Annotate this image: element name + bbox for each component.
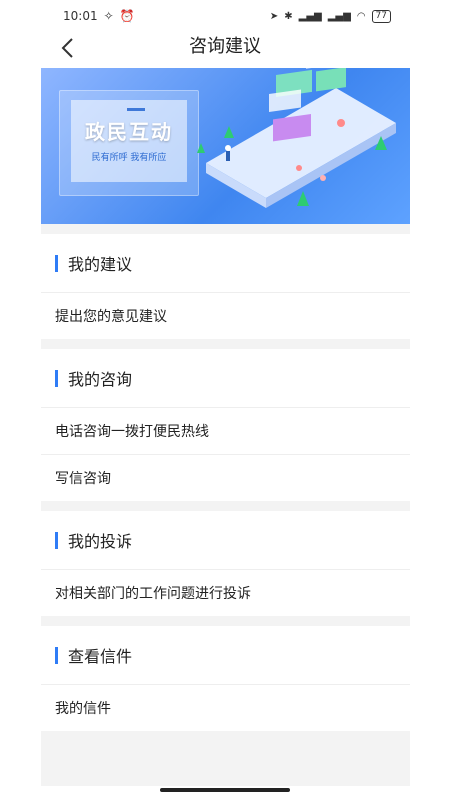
status-time: 10:01 bbox=[63, 9, 98, 23]
section-accent-bar bbox=[55, 369, 58, 387]
section-suggestions: 我的建议 提出您的意见建议 bbox=[41, 234, 410, 339]
section-accent-bar bbox=[55, 254, 58, 272]
battery-icon: 77 bbox=[371, 9, 391, 23]
nav-bar: 咨询建议 bbox=[41, 32, 409, 64]
section-header: 我的建议 bbox=[41, 234, 410, 293]
notification-icon: ✧ bbox=[103, 9, 114, 23]
section-title: 我的咨询 bbox=[68, 370, 133, 389]
status-bar: 10:01 ✧ ⏰ ➤ ✱ ▂▄▆ ▂▄▆ ◠ 77 bbox=[41, 0, 409, 32]
section-header: 我的咨询 bbox=[41, 349, 410, 408]
page-title: 咨询建议 bbox=[189, 36, 261, 57]
list-item-phone-hotline[interactable]: 电话咨询一拨打便民热线 bbox=[41, 408, 410, 455]
section-header: 查看信件 bbox=[41, 626, 410, 685]
section-title: 我的投诉 bbox=[68, 532, 133, 551]
signal-icon-2: ▂▄▆ bbox=[327, 10, 351, 22]
status-right: ➤ ✱ ▂▄▆ ▂▄▆ ◠ 77 bbox=[269, 9, 409, 23]
section-letters: 查看信件 我的信件 bbox=[41, 626, 410, 731]
section-title: 我的建议 bbox=[68, 255, 133, 274]
section-consultation: 我的咨询 电话咨询一拨打便民热线 写信咨询 bbox=[41, 349, 410, 501]
section-complaints: 我的投诉 对相关部门的工作问题进行投诉 bbox=[41, 511, 410, 616]
alarm-icon: ⏰ bbox=[119, 9, 135, 23]
bluetooth-icon: ✱ bbox=[284, 10, 293, 22]
section-title: 查看信件 bbox=[68, 647, 133, 666]
section-accent-bar bbox=[55, 646, 58, 664]
signal-icon: ▂▄▆ bbox=[298, 10, 322, 22]
status-left: 10:01 ✧ ⏰ bbox=[41, 9, 135, 23]
phone-illustration bbox=[197, 68, 396, 208]
home-indicator[interactable] bbox=[160, 788, 290, 792]
wifi-icon: ◠ bbox=[356, 10, 366, 22]
section-header: 我的投诉 bbox=[41, 511, 410, 570]
location-icon: ➤ bbox=[269, 10, 279, 22]
list-item-letter-consult[interactable]: 写信咨询 bbox=[41, 455, 410, 501]
banner[interactable]: 政民互动 民有所呼 我有所应 bbox=[41, 68, 410, 224]
section-accent-bar bbox=[55, 531, 58, 549]
content-list: 我的建议 提出您的意见建议 我的咨询 电话咨询一拨打便民热线 写信咨询 我的投诉… bbox=[41, 224, 410, 786]
list-item-submit-suggestion[interactable]: 提出您的意见建议 bbox=[41, 293, 410, 339]
list-item-complaint[interactable]: 对相关部门的工作问题进行投诉 bbox=[41, 570, 410, 616]
list-item-my-letters[interactable]: 我的信件 bbox=[41, 685, 410, 731]
